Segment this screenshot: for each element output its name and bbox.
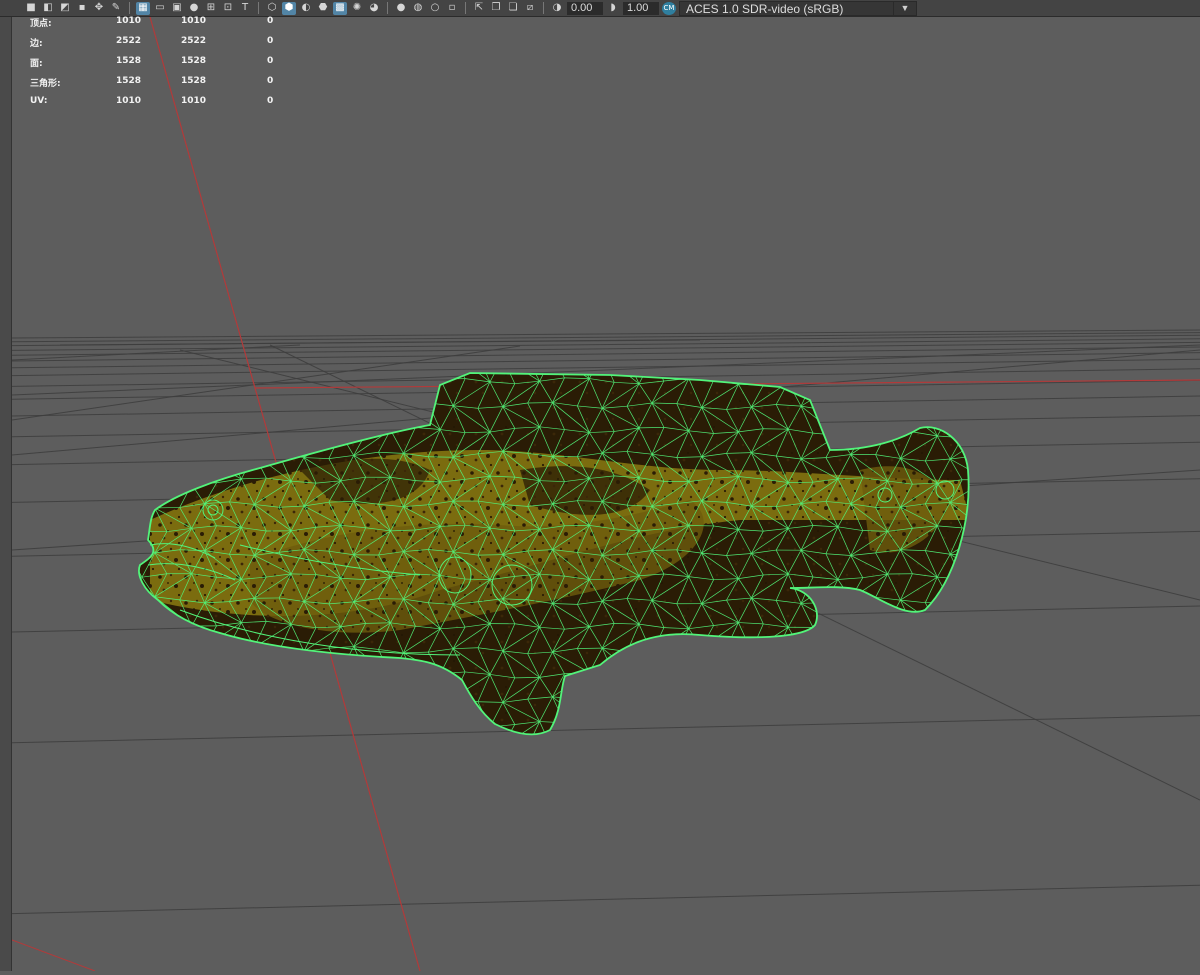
hud-value: 1010	[181, 96, 206, 106]
grease-pencil-icon[interactable]: ✎	[109, 2, 123, 15]
wireframe-icon[interactable]: ⬡	[265, 2, 279, 15]
left-panel-edge[interactable]	[0, 17, 12, 971]
textured-icon[interactable]: ▩	[333, 2, 347, 15]
pan-zoom-icon[interactable]: ✥	[92, 2, 106, 15]
fish-texture	[120, 353, 990, 752]
screen-space-ao-icon[interactable]: ●	[394, 2, 408, 15]
toolbar-separator	[129, 2, 130, 14]
viewport-toolbar: ■ ◧ ◩ ▪ ✥ ✎ ▦ ▭ ▣ ● ⊞ ⊡ T ⬡ ⬢ ◐ ⬣ ▩ ✺ ◕ …	[0, 0, 1200, 17]
viewport-canvas[interactable]	[12, 17, 1200, 971]
hud-value: 0	[267, 16, 273, 26]
gate-mask-icon[interactable]: ●	[187, 2, 201, 15]
toolbar-separator	[387, 2, 388, 14]
shadows-icon[interactable]: ◕	[367, 2, 381, 15]
default-material-icon[interactable]: ◐	[299, 2, 313, 15]
hud-row-edges: 边: 2522 2522 0	[30, 36, 290, 56]
toolbar-separator	[258, 2, 259, 14]
view-transform-label: ACES 1.0 SDR-video (sRGB)	[686, 2, 843, 16]
grid-icon[interactable]: ▦	[136, 2, 150, 15]
depth-of-field-icon[interactable]: ▫	[445, 2, 459, 15]
safe-title-icon[interactable]: T	[238, 2, 252, 15]
multisample-aa-icon[interactable]: ○	[428, 2, 442, 15]
camera-icon[interactable]: ■	[24, 2, 38, 15]
toolbar-separator	[465, 2, 466, 14]
chevron-down-icon[interactable]: ▼	[893, 2, 916, 15]
hud-label: 三角形:	[30, 76, 61, 89]
safe-action-icon[interactable]: ⊡	[221, 2, 235, 15]
fish-model[interactable]	[120, 353, 990, 752]
hud-label: UV:	[30, 96, 47, 106]
hud-value: 0	[267, 36, 273, 46]
film-gate-icon[interactable]: ▭	[153, 2, 167, 15]
hud-value: 1010	[116, 16, 141, 26]
hud-label: 顶点:	[30, 16, 52, 29]
exposure-icon[interactable]: ◑	[550, 2, 564, 15]
gamma-icon[interactable]: ◗	[606, 2, 620, 15]
view-transform-dropdown[interactable]: ACES 1.0 SDR-video (sRGB) ▼	[679, 1, 917, 16]
toolbar-separator	[543, 2, 544, 14]
smooth-shade-icon[interactable]: ⬢	[282, 2, 296, 15]
color-management-icon[interactable]: CM	[662, 2, 676, 15]
backface-culling-icon[interactable]: ⧄	[523, 2, 537, 15]
motion-blur-icon[interactable]: ◍	[411, 2, 425, 15]
hud-row-triangles: 三角形: 1528 1528 0	[30, 76, 290, 96]
field-chart-icon[interactable]: ⊞	[204, 2, 218, 15]
resolution-gate-icon[interactable]: ▣	[170, 2, 184, 15]
xray-icon[interactable]: ❐	[489, 2, 503, 15]
xray-joints-icon[interactable]: ❏	[506, 2, 520, 15]
gamma-field[interactable]: 1.00	[623, 2, 659, 15]
hud-row-faces: 面: 1528 1528 0	[30, 56, 290, 76]
bookmark-camera-icon[interactable]: ◩	[58, 2, 72, 15]
image-plane-icon[interactable]: ▪	[75, 2, 89, 15]
hud-value: 0	[267, 76, 273, 86]
use-all-lights-icon[interactable]: ✺	[350, 2, 364, 15]
poly-count-hud: 顶点: 1010 1010 0 边: 2522 2522 0 面: 1528 1…	[30, 16, 290, 116]
hud-row-vertices: 顶点: 1010 1010 0	[30, 16, 290, 36]
wireframe-on-shaded-icon[interactable]: ⬣	[316, 2, 330, 15]
3d-viewport[interactable]	[12, 17, 1200, 971]
hud-value: 0	[267, 96, 273, 106]
hud-value: 1528	[181, 56, 206, 66]
isolate-select-icon[interactable]: ⇱	[472, 2, 486, 15]
hud-value: 1010	[116, 96, 141, 106]
hud-value: 1528	[181, 76, 206, 86]
hud-label: 边:	[30, 36, 43, 49]
hud-row-uvs: UV: 1010 1010 0	[30, 96, 290, 116]
exposure-field[interactable]: 0.00	[567, 2, 603, 15]
hud-value: 2522	[116, 36, 141, 46]
hud-value: 2522	[181, 36, 206, 46]
camera-attributes-icon[interactable]: ◧	[41, 2, 55, 15]
hud-value: 0	[267, 56, 273, 66]
hud-label: 面:	[30, 56, 43, 69]
hud-value: 1528	[116, 56, 141, 66]
hud-value: 1528	[116, 76, 141, 86]
hud-value: 1010	[181, 16, 206, 26]
